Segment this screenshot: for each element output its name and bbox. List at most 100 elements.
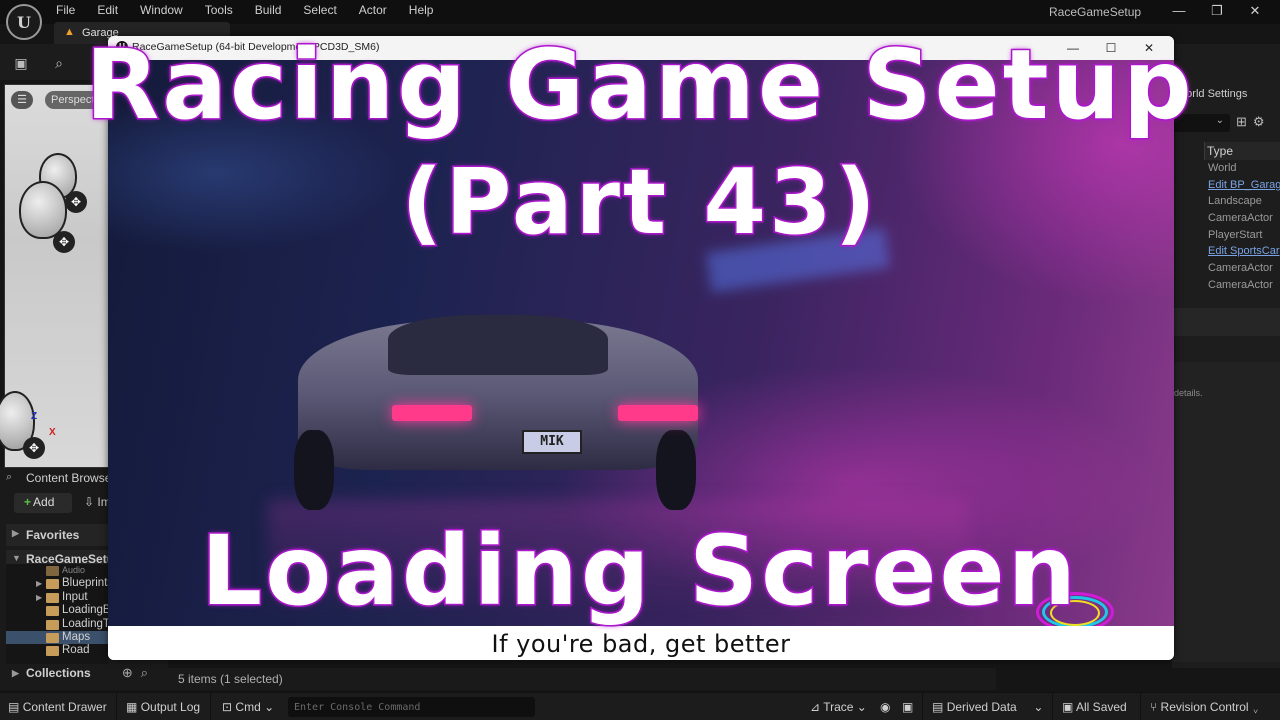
outliner-actions: ⊞⚙ [1236,114,1271,130]
folder-item[interactable]: Maps [6,630,108,645]
game-window-title: RaceGameSetup (64-bit Development PCD3D_… [132,41,380,53]
import-icon: ⇩ [84,495,95,509]
outliner-type-cell: CameraActor [1208,212,1273,225]
trace-label: Trace [823,700,854,714]
menu-actor[interactable]: Actor [359,3,397,17]
move-gizmo-icon[interactable]: ✥ [65,191,87,213]
expand-arrow-icon[interactable]: ▶ [36,591,42,604]
type-column-header[interactable]: Type [1204,142,1280,160]
gear-icon[interactable]: ⚙ [1253,114,1271,129]
edit-blueprint-link[interactable]: Edit BP_Garage [1208,179,1280,196]
console-command-input[interactable] [288,697,535,717]
derived-data-label: Derived Data [946,700,1017,714]
add-folder-icon[interactable]: ⊞ [1236,114,1253,129]
trace-icon: ⊿ [810,700,821,714]
close-button[interactable]: ✕ [1236,2,1274,20]
expand-arrow-icon: ▶ [12,528,19,538]
folder-icon [46,566,59,576]
folder-item[interactable]: ▶ Blueprints [6,577,108,590]
details-search-bar[interactable] [1172,308,1280,336]
expand-arrow-icon[interactable]: ▶ [36,577,42,590]
search-icon[interactable]: ⌕ [141,665,156,680]
light-bulb-icon[interactable] [19,181,67,239]
folder-label: Maps [62,630,91,643]
tail-light [392,405,472,421]
all-saved-label: All Saved [1076,700,1127,714]
move-gizmo-icon[interactable]: ✥ [53,231,75,253]
car-wheel [294,430,334,510]
details-hint: details. [1174,388,1203,398]
add-collection-icon[interactable]: ⊕ [122,665,141,680]
axis-x-label: X [49,427,56,438]
folder-item[interactable]: LoadingTexture [6,618,108,631]
content-drawer-button[interactable]: ▤ Content Drawer [8,700,107,714]
divider [116,693,117,720]
revision-control-dropdown[interactable]: ⑂ Revision Control ⌄ [1150,700,1259,714]
screen: File Edit Window Tools Build Select Acto… [0,0,1280,720]
license-plate: MIK [522,430,582,454]
level-viewport[interactable]: ☰ Perspective ✥ ✥ Z X ✥ [0,84,125,468]
folder-item[interactable]: ▶ Input [6,591,108,604]
folder-label: Blueprints [62,577,108,590]
details-panel: details. [1172,362,1280,662]
menu-edit[interactable]: Edit [97,3,128,17]
insights-icon[interactable]: ▣ [902,700,913,714]
menu-tools[interactable]: Tools [205,3,243,17]
output-log-button[interactable]: ▦ Output Log [126,700,200,714]
viewport-menu-icon[interactable]: ☰ [11,91,33,109]
window-controls: — ❐ ✕ [1160,2,1274,20]
folder-item[interactable]: LoadingBar [6,604,108,617]
chevron-down-icon: ⌄ [1033,700,1044,714]
divider [1140,693,1141,720]
edit-blueprint-link[interactable]: Edit SportsCar [1208,245,1280,262]
content-drawer-icon: ▤ [8,700,20,714]
record-icon[interactable]: ◉ [880,700,890,714]
level-flame-icon: ▲ [64,26,75,38]
status-bar: ▤ Content Drawer ▦ Output Log ⊡ Cmd ⌄ ⊿ … [0,692,1280,720]
game-close-button[interactable]: ✕ [1130,38,1168,58]
menu-select[interactable]: Select [303,3,346,17]
menu-window[interactable]: Window [140,3,193,17]
folder-label: Audio [62,565,86,575]
divider [210,693,211,720]
folder-label: Input [62,590,88,603]
folder-icon [46,606,59,617]
branch-icon: ⑂ [1150,700,1158,714]
trace-dropdown[interactable]: ⊿ Trace ⌄ [810,700,867,714]
menu-build[interactable]: Build [255,3,292,17]
content-browser-title: Content Browser [26,471,116,485]
restore-button[interactable]: ❐ [1198,2,1236,20]
divider [1052,693,1053,720]
game-minimize-button[interactable]: — [1054,38,1092,58]
add-button[interactable]: + Add [14,493,72,513]
all-saved-button[interactable]: ▣ All Saved [1062,700,1127,714]
browse-content-icon[interactable]: ⌕ [48,52,70,74]
subtitle-bar: If you're bad, get better [108,626,1174,660]
derived-data-dropdown[interactable]: ▤ Derived Data ⌄ [932,700,1043,714]
game-window-titlebar[interactable]: U RaceGameSetup (64-bit Development PCD3… [108,36,1174,60]
app-title: RaceGameSetup [1049,5,1142,19]
folder-tree: Audio ▶ Blueprints ▶ InputLoadingBarLoadingT… [6,564,108,664]
cmd-dropdown[interactable]: ⊡ Cmd ⌄ [222,700,274,714]
outliner-type-cell: CameraActor [1208,278,1273,291]
game-window[interactable]: U RaceGameSetup (64-bit Development PCD3… [108,36,1174,660]
collapse-arrow-icon: ▼ [12,553,21,563]
folder-item[interactable]: Audio [6,564,108,577]
outliner-filter-dropdown[interactable]: ⌄ [1172,114,1230,132]
save-icon[interactable]: ▣ [10,52,32,74]
game-maximize-button[interactable]: ☐ [1092,38,1130,58]
plus-icon: + [24,495,32,509]
folder-item[interactable]: Road [6,644,108,657]
folder-label: Road [62,644,90,657]
menu-file[interactable]: File [56,3,85,17]
collections-section[interactable]: ▶ Collections ⊕⌕ [6,664,162,684]
menu-help[interactable]: Help [409,3,444,17]
save-check-icon: ▣ [1062,700,1074,714]
add-label: Add [33,495,55,509]
move-gizmo-icon[interactable]: ✥ [23,437,45,459]
minimize-button[interactable]: — [1160,2,1198,20]
output-log-icon: ▦ [126,700,138,714]
folder-label: LoadingTexture [62,617,108,630]
world-settings-tab[interactable]: World Settings [1172,88,1280,108]
asset-status: 5 items (1 selected) [168,668,996,690]
